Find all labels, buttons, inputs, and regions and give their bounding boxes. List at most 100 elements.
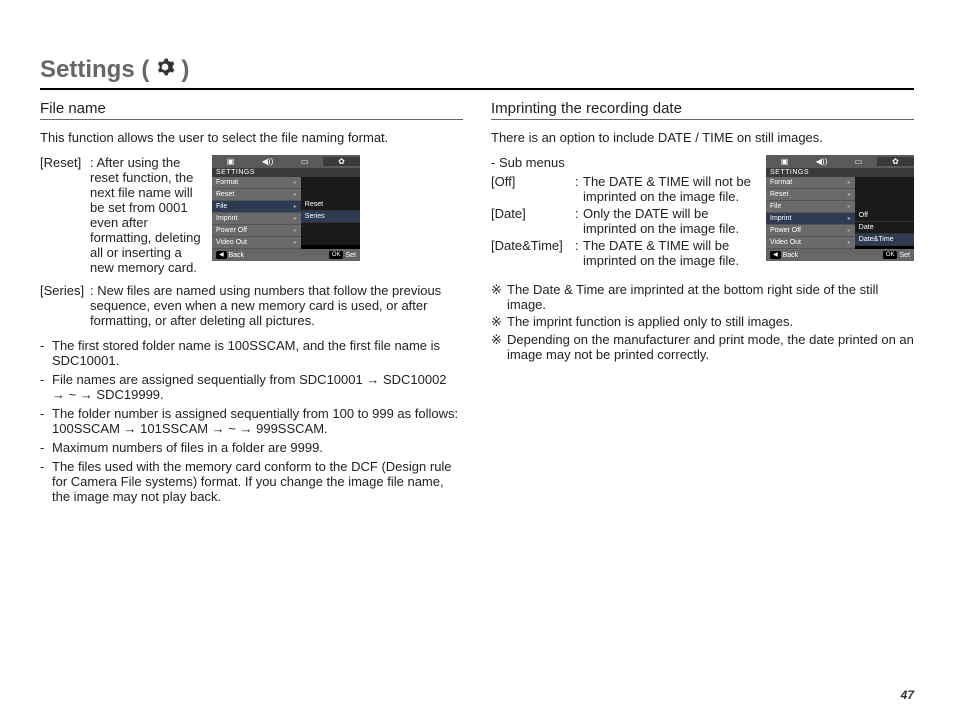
gear-icon: ✿	[877, 157, 914, 166]
chevron-right-icon: ▸	[848, 203, 851, 210]
filename-bullets: -The first stored folder name is 100SSCA…	[40, 338, 463, 504]
back-key-icon: ◀	[216, 251, 227, 259]
chevron-right-icon: ▸	[294, 215, 297, 222]
chevron-right-icon: ▸	[848, 191, 851, 198]
menu-sub-item	[301, 223, 360, 234]
filename-intro: This function allows the user to select …	[40, 130, 463, 145]
bullet: The files used with the memory card conf…	[52, 459, 463, 504]
back-key-icon: ◀	[770, 251, 781, 259]
submenus-head: - Sub menus	[491, 155, 760, 170]
note: The imprint function is applied only to …	[507, 314, 793, 330]
camera-icon: ▣	[212, 157, 249, 166]
def-text-series: : New files are named using numbers that…	[90, 283, 463, 328]
gear-icon: ✿	[323, 157, 360, 166]
imprint-submenus: - Sub menus [Off] : The DATE & TIME will…	[491, 155, 914, 270]
sub-label-off: [Off]	[491, 174, 575, 204]
menu-sub-list: Off Date Date&Time	[855, 177, 914, 249]
display-icon: ▭	[840, 157, 877, 166]
def-text-reset: : After using the reset function, the ne…	[90, 155, 206, 275]
bullet: The folder number is assigned sequential…	[52, 406, 463, 436]
bullet: Maximum numbers of files in a folder are…	[52, 440, 323, 455]
menu-tabs: ▣ ◀)) ▭ ✿	[766, 155, 914, 168]
menu-tabs: ▣ ◀)) ▭ ✿	[212, 155, 360, 168]
menu-sub-item	[301, 188, 360, 199]
menu-back-label: Back	[783, 252, 799, 259]
title-prefix: Settings (	[40, 56, 149, 84]
chevron-right-icon: ▸	[848, 215, 851, 222]
section-heading-imprint: Imprinting the recording date	[491, 100, 914, 120]
sub-label-datetime: [Date&Time]	[491, 238, 575, 268]
menu-sub-item	[855, 177, 914, 188]
page-number: 47	[901, 688, 914, 702]
menu-sub-item	[301, 177, 360, 188]
note-marker-icon: ※	[491, 314, 507, 330]
gear-icon	[155, 56, 175, 84]
note-marker-icon: ※	[491, 282, 507, 312]
chevron-right-icon: ▸	[848, 179, 851, 186]
menu-sub-item	[855, 199, 914, 210]
chevron-right-icon: ▸	[294, 191, 297, 198]
chevron-right-icon: ▸	[848, 227, 851, 234]
filename-definitions: [Reset] : After using the reset function…	[40, 155, 463, 275]
menu-bottom-bar: ◀Back OKSet	[766, 249, 914, 261]
menu-screenshot-imprint: ▣ ◀)) ▭ ✿ SETTINGS Format▸ Reset▸ File▸ …	[766, 155, 914, 261]
bullet: File names are assigned sequentially fro…	[52, 372, 463, 402]
chevron-right-icon: ▸	[294, 227, 297, 234]
menu-back-label: Back	[229, 252, 245, 259]
menu-main-list: Format▸ Reset▸ File▸ Imprint▸ Power Off▸…	[766, 177, 855, 249]
sub-text-date: Only the DATE will be imprinted on the i…	[583, 206, 760, 236]
menu-set-label: Set	[899, 252, 910, 259]
menu-header: SETTINGS	[212, 168, 360, 177]
menu-sub-item	[301, 234, 360, 245]
menu-screenshot-file: ▣ ◀)) ▭ ✿ SETTINGS Format▸ Reset▸ File▸ …	[212, 155, 360, 261]
menu-sub-item-selected: Series	[301, 211, 360, 223]
menu-sub-item	[855, 188, 914, 199]
menu-sub-item: Date	[855, 222, 914, 234]
chevron-right-icon: ▸	[294, 203, 297, 210]
imprint-intro: There is an option to include DATE / TIM…	[491, 130, 914, 145]
definitions-text: [Reset] : After using the reset function…	[40, 155, 206, 275]
page-title: Settings ( )	[40, 56, 189, 84]
note: The Date & Time are imprinted at the bot…	[507, 282, 914, 312]
def-label-reset: [Reset]	[40, 155, 90, 275]
menu-item: Reset▸	[766, 189, 855, 201]
menu-main-list: Format▸ Reset▸ File▸ Imprint▸ Power Off▸…	[212, 177, 301, 249]
left-column: File name This function allows the user …	[40, 100, 463, 508]
def-label-series: [Series]	[40, 283, 90, 328]
sound-icon: ◀))	[803, 157, 840, 166]
display-icon: ▭	[286, 157, 323, 166]
menu-item-selected: File▸	[212, 201, 301, 213]
sub-label-date: [Date]	[491, 206, 575, 236]
menu-item: File▸	[766, 201, 855, 213]
menu-item: Video Out▸	[766, 237, 855, 249]
bullet: The first stored folder name is 100SSCAM…	[52, 338, 463, 368]
ok-key-icon: OK	[329, 251, 344, 259]
menu-sub-item: Reset	[301, 199, 360, 211]
menu-set-label: Set	[345, 252, 356, 259]
page-title-row: Settings ( )	[40, 56, 914, 90]
note: Depending on the manufacturer and print …	[507, 332, 914, 362]
imprint-notes: ※The Date & Time are imprinted at the bo…	[491, 282, 914, 362]
menu-item: Format▸	[766, 177, 855, 189]
menu-sub-item-selected: Date&Time	[855, 234, 914, 246]
right-column: Imprinting the recording date There is a…	[491, 100, 914, 508]
sound-icon: ◀))	[249, 157, 286, 166]
chevron-right-icon: ▸	[848, 239, 851, 246]
chevron-right-icon: ▸	[294, 239, 297, 246]
menu-sub-item: Off	[855, 210, 914, 222]
menu-bottom-bar: ◀Back OKSet	[212, 249, 360, 261]
manual-page: Settings ( ) File name This function all…	[0, 0, 954, 720]
menu-item: Imprint▸	[212, 213, 301, 225]
camera-icon: ▣	[766, 157, 803, 166]
menu-item-selected: Imprint▸	[766, 213, 855, 225]
note-marker-icon: ※	[491, 332, 507, 362]
section-heading-filename: File name	[40, 100, 463, 120]
title-suffix: )	[181, 56, 189, 84]
menu-header: SETTINGS	[766, 168, 914, 177]
menu-item: Format▸	[212, 177, 301, 189]
menu-sub-list: Reset Series	[301, 177, 360, 249]
menu-item: Reset▸	[212, 189, 301, 201]
menu-item: Video Out▸	[212, 237, 301, 249]
ok-key-icon: OK	[883, 251, 898, 259]
sub-text-off: The DATE & TIME will not be imprinted on…	[583, 174, 760, 204]
